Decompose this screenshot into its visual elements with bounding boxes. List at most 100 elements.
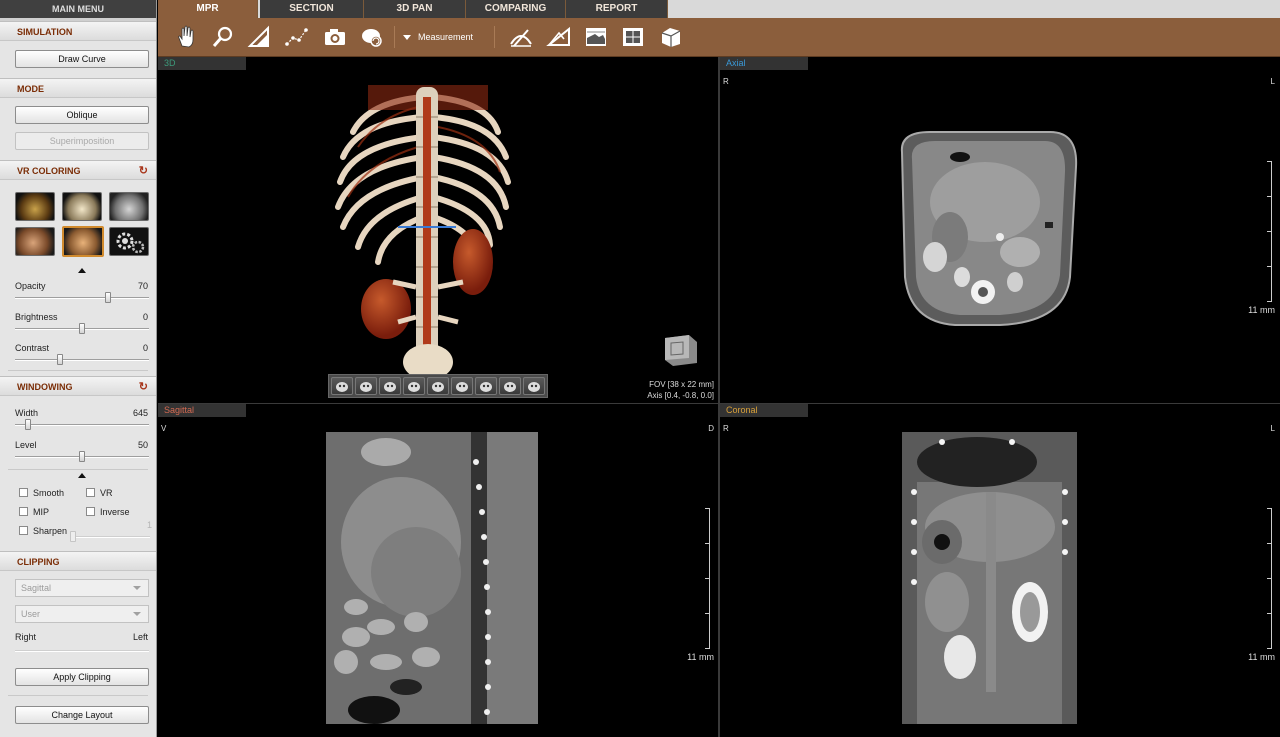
- opacity-slider[interactable]: [15, 292, 149, 303]
- tab-report[interactable]: REPORT: [566, 0, 668, 18]
- grid-view-icon[interactable]: [620, 24, 646, 50]
- orientation-view-button[interactable]: [499, 377, 521, 395]
- skull-view-icon: [480, 382, 492, 392]
- sidebar: MAIN MENU SIMULATION Draw Curve MODE Obl…: [0, 0, 157, 737]
- viewport-coronal[interactable]: Coronal R L 11 mm: [720, 404, 1280, 737]
- orientation-cube-icon[interactable]: [661, 330, 701, 368]
- clipping-range-slider[interactable]: [15, 650, 149, 652]
- skull-view-icon: [384, 382, 396, 392]
- windowing-reset-icon[interactable]: ↻: [139, 377, 148, 397]
- width-label: Width: [15, 408, 39, 418]
- viewport-axial[interactable]: Axial R L 11 mm: [720, 57, 1280, 403]
- orientation-view-button[interactable]: [403, 377, 425, 395]
- level-slider-thumb[interactable]: [79, 451, 85, 462]
- vr-coloring-reset-icon[interactable]: ↻: [139, 161, 148, 181]
- windowing-collapse-arrow-icon[interactable]: [78, 473, 86, 478]
- fov-text: FOV [38 x 22 mm]: [649, 380, 714, 389]
- viewport-vertical-divider[interactable]: [718, 57, 720, 737]
- skull-grey-preset[interactable]: [109, 192, 149, 221]
- organs-preset[interactable]: [62, 226, 104, 257]
- cut-tool-icon[interactable]: [508, 24, 534, 50]
- orientation-view-button[interactable]: [355, 377, 377, 395]
- change-layout-button[interactable]: Change Layout: [15, 706, 149, 724]
- tab-section[interactable]: SECTION: [260, 0, 364, 18]
- measurement-dropdown[interactable]: Measurement: [418, 32, 473, 42]
- viewport-axial-label: Axial: [720, 57, 808, 70]
- brightness-slider[interactable]: [15, 323, 149, 334]
- sharpen-slider[interactable]: [70, 531, 150, 542]
- orientation-view-button[interactable]: [427, 377, 449, 395]
- tab-3d-pan[interactable]: 3D PAN: [364, 0, 466, 18]
- tab-comparing[interactable]: COMPARING: [466, 0, 566, 18]
- sharpen-checkbox[interactable]: [19, 526, 28, 535]
- inverse-checkbox[interactable]: [86, 507, 95, 516]
- viewport-sagittal[interactable]: Sagittal V D 11 mm: [158, 404, 718, 737]
- angle-ruler-icon[interactable]: [246, 24, 272, 50]
- orientation-view-button[interactable]: [523, 377, 545, 395]
- clipping-section-title: CLIPPING: [0, 551, 156, 571]
- coronal-scale-bar: [1267, 508, 1272, 649]
- draw-curve-button[interactable]: Draw Curve: [15, 50, 149, 68]
- pan-hand-icon[interactable]: [174, 24, 200, 50]
- zoom-magnifier-icon[interactable]: [210, 24, 236, 50]
- app-window: MAIN MENU SIMULATION Draw Curve MODE Obl…: [0, 0, 1280, 737]
- mip-checkbox[interactable]: [19, 507, 28, 516]
- clipping-right-label: Right: [15, 632, 37, 642]
- brightness-slider-thumb[interactable]: [79, 323, 85, 334]
- vr-label: VR: [100, 488, 113, 498]
- width-slider-thumb[interactable]: [25, 419, 31, 430]
- apply-clipping-button[interactable]: Apply Clipping: [15, 668, 149, 686]
- skull-view-icon: [504, 382, 516, 392]
- contrast-slider[interactable]: [15, 354, 149, 365]
- curve-path-icon[interactable]: [284, 24, 310, 50]
- clipping-plane-select[interactable]: Sagittal: [15, 579, 149, 597]
- smooth-label: Smooth: [33, 488, 65, 498]
- orientation-view-button[interactable]: [475, 377, 497, 395]
- angle-measure-icon[interactable]: [546, 24, 572, 50]
- viewport-3d[interactable]: 3D FOV [38 x 22 mm] Axis [0.4, -0.8, 0.0…: [158, 57, 718, 403]
- skull-view-icon: [456, 382, 468, 392]
- oblique-button[interactable]: Oblique: [15, 106, 149, 124]
- viewport-3d-label: 3D: [158, 57, 246, 70]
- tab-mpr[interactable]: MPR: [158, 0, 258, 18]
- histogram-icon[interactable]: [583, 24, 609, 50]
- camera-icon[interactable]: [322, 24, 348, 50]
- orientation-view-button[interactable]: [451, 377, 473, 395]
- main-menu-button[interactable]: MAIN MENU: [0, 0, 156, 18]
- volume-box-icon[interactable]: [658, 24, 684, 50]
- clipping-user-select[interactable]: User: [15, 605, 149, 623]
- measurement-dropdown-arrow-icon[interactable]: [403, 35, 411, 40]
- coronal-left-orientation: R: [723, 424, 729, 433]
- axial-left-orientation: R: [723, 77, 729, 86]
- smooth-checkbox[interactable]: [19, 488, 28, 497]
- level-value: 50: [137, 440, 148, 450]
- viewport-horizontal-divider[interactable]: [158, 403, 1280, 404]
- width-slider[interactable]: [15, 419, 149, 430]
- chevron-down-icon: [133, 586, 141, 590]
- viewport-coronal-label: Coronal: [720, 404, 808, 417]
- settings-gears-preset[interactable]: [109, 227, 149, 256]
- sharpen-slider-thumb[interactable]: [70, 531, 76, 542]
- view-orientation-toolbar: [328, 374, 548, 398]
- superimposition-button[interactable]: Superimposition: [15, 132, 149, 150]
- vr-checkbox[interactable]: [86, 488, 95, 497]
- contrast-slider-thumb[interactable]: [57, 354, 63, 365]
- orientation-view-button[interactable]: [379, 377, 401, 395]
- mip-label: MIP: [33, 507, 50, 517]
- vr-collapse-arrow-icon[interactable]: [78, 268, 86, 273]
- opacity-slider-thumb[interactable]: [105, 292, 111, 303]
- orientation-view-button[interactable]: [331, 377, 353, 395]
- axis-text: Axis [0.4, -0.8, 0.0]: [647, 391, 714, 400]
- coronal-scale-label: 11 mm: [1248, 652, 1275, 662]
- bone-skull-preset[interactable]: [15, 192, 55, 221]
- vr-coloring-section-title: VR COLORING ↻: [0, 160, 156, 181]
- skull-view-icon: [408, 382, 420, 392]
- sagittal-scale-label: 11 mm: [687, 652, 714, 662]
- level-slider[interactable]: [15, 451, 149, 462]
- skull-view-icon: [360, 382, 372, 392]
- rotate-icon[interactable]: [359, 24, 385, 50]
- anatomy-preset[interactable]: [15, 227, 55, 256]
- coronal-ct-slice: [902, 432, 1077, 724]
- skull-gold-preset[interactable]: [62, 192, 102, 221]
- axial-scale-bar: [1267, 161, 1272, 302]
